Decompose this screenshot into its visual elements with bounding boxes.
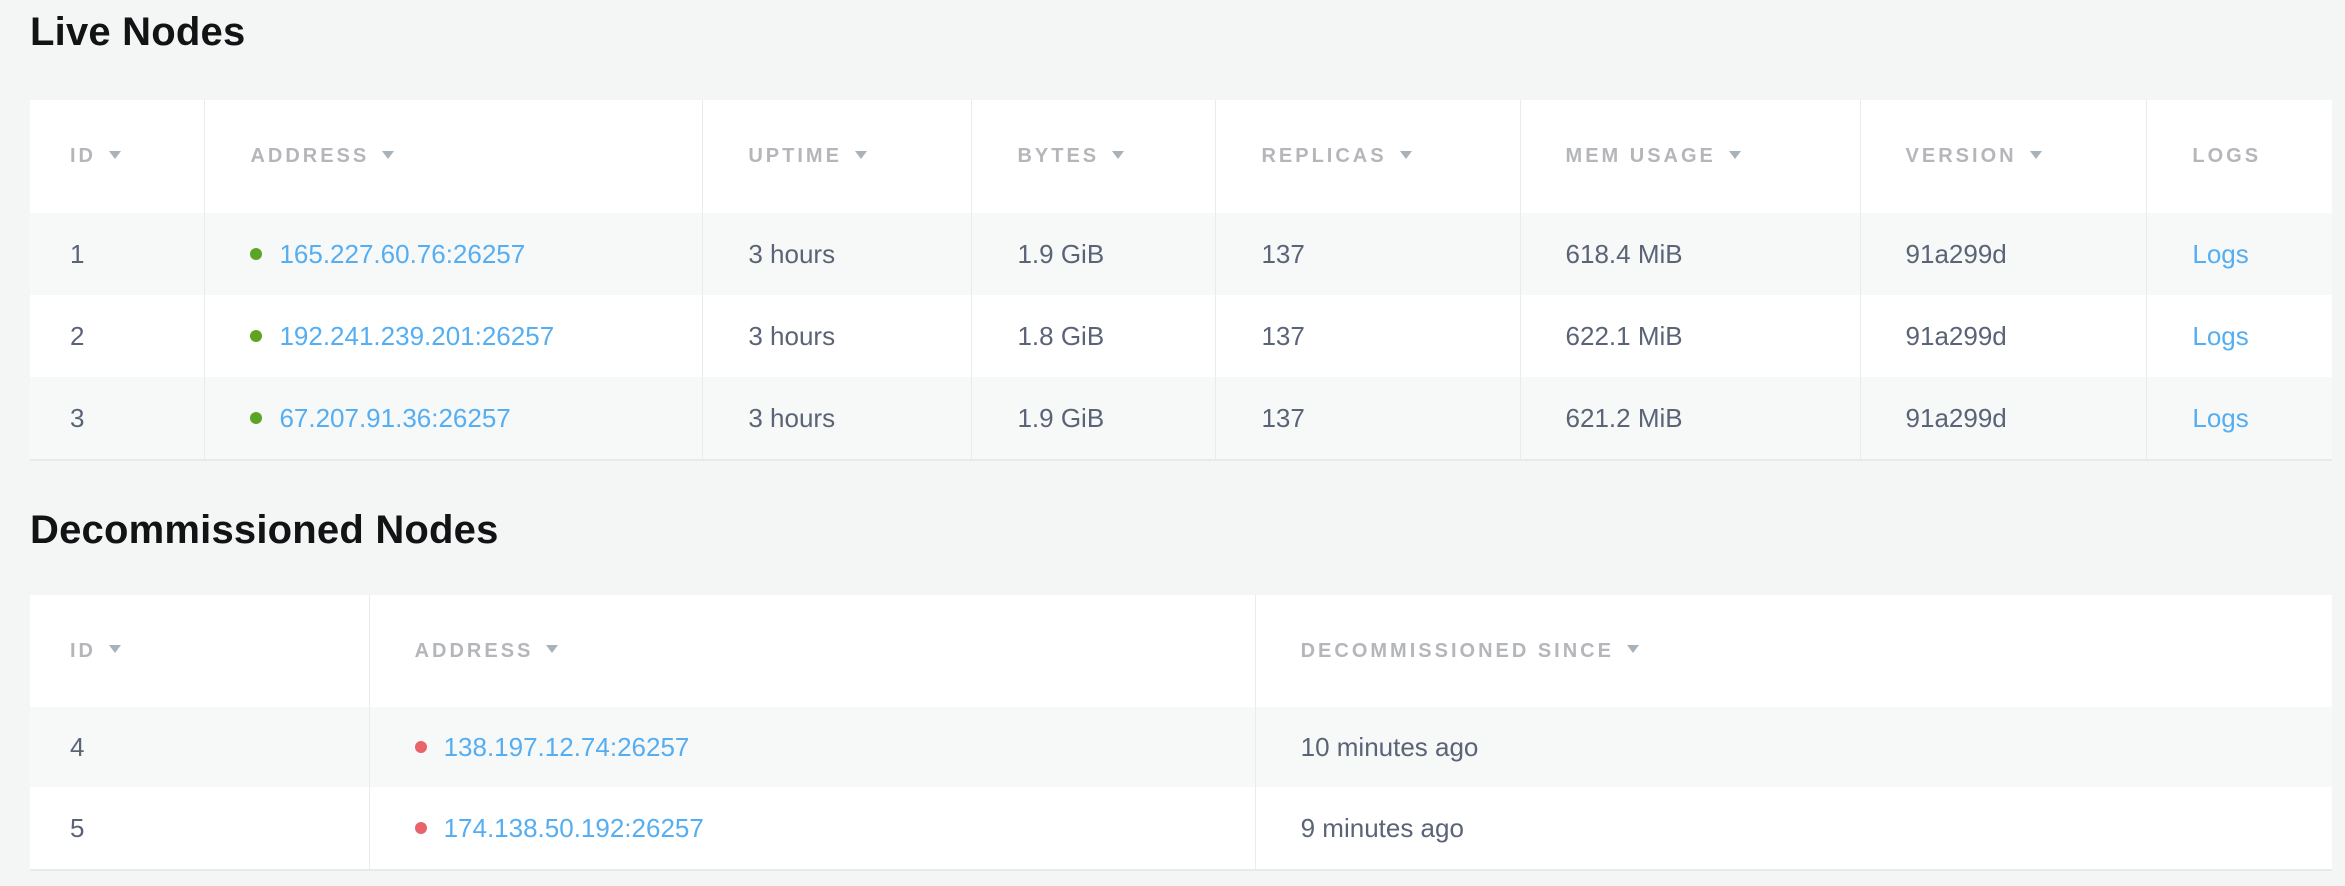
address-link[interactable]: 174.138.50.192:26257 — [444, 813, 704, 843]
sort-arrow-icon — [1112, 151, 1124, 159]
sort-arrow-icon — [109, 645, 121, 653]
cell-node-id: 3 — [30, 377, 205, 460]
header-cell-logs: LOGS — [2147, 100, 2332, 213]
sort-arrow-icon — [1400, 151, 1412, 159]
address-link[interactable]: 138.197.12.74:26257 — [444, 732, 690, 762]
cell-uptime: 3 hours — [703, 213, 972, 295]
cell-replicas: 137 — [1216, 213, 1520, 295]
cell-version: 91a299d — [1860, 377, 2147, 460]
header-label: DECOMMISSIONED SINCE — [1301, 640, 1614, 662]
decommissioned-nodes-title: Decommissioned Nodes — [30, 506, 2332, 554]
decommissioned-status-icon — [415, 822, 427, 834]
cell-logs: Logs — [2147, 295, 2332, 377]
cell-mem-usage: 618.4 MiB — [1520, 213, 1860, 295]
cell-mem-usage: 622.1 MiB — [1520, 295, 1860, 377]
header-label: LOGS — [2192, 145, 2261, 167]
cell-node-id: 1 — [30, 213, 205, 295]
sort-arrow-icon — [109, 151, 121, 159]
table-row: 3 67.207.91.36:26257 3 hours 1.9 GiB 137… — [30, 377, 2332, 460]
sort-arrow-icon — [1627, 645, 1639, 653]
cell-replicas: 137 — [1216, 377, 1520, 460]
table-row: 1 165.227.60.76:26257 3 hours 1.9 GiB 13… — [30, 213, 2332, 295]
nodes-page: Live Nodes ID ADDRESS UPTIME BYTES — [0, 0, 2345, 871]
header-cell-bytes[interactable]: BYTES — [972, 100, 1216, 213]
cell-address: 192.241.239.201:26257 — [205, 295, 703, 377]
cell-uptime: 3 hours — [703, 377, 972, 460]
address-link[interactable]: 165.227.60.76:26257 — [279, 239, 525, 269]
sort-arrow-icon — [546, 645, 558, 653]
header-cell-replicas[interactable]: REPLICAS — [1216, 100, 1520, 213]
header-label: ADDRESS — [415, 640, 534, 662]
cell-logs: Logs — [2147, 377, 2332, 460]
header-label: BYTES — [1017, 145, 1099, 167]
logs-link[interactable]: Logs — [2192, 239, 2248, 269]
cell-logs: Logs — [2147, 213, 2332, 295]
header-label: ADDRESS — [250, 145, 369, 167]
decommissioned-nodes-table: ID ADDRESS DECOMMISSIONED SINCE 4 138.19… — [30, 595, 2332, 871]
header-label: UPTIME — [748, 145, 842, 167]
header-cell-id[interactable]: ID — [30, 595, 369, 707]
live-nodes-title: Live Nodes — [30, 8, 2332, 56]
sort-arrow-icon — [855, 151, 867, 159]
cell-bytes: 1.8 GiB — [972, 295, 1216, 377]
cell-address: 138.197.12.74:26257 — [369, 707, 1255, 787]
live-nodes-header-row: ID ADDRESS UPTIME BYTES REPLICAS MEM USA… — [30, 100, 2332, 213]
sort-arrow-icon — [382, 151, 394, 159]
header-label: ID — [70, 640, 96, 662]
header-cell-address[interactable]: ADDRESS — [369, 595, 1255, 707]
live-status-icon — [250, 248, 262, 260]
header-label: VERSION — [1906, 145, 2017, 167]
header-cell-uptime[interactable]: UPTIME — [703, 100, 972, 213]
header-cell-decommissioned-since[interactable]: DECOMMISSIONED SINCE — [1255, 595, 2332, 707]
header-cell-version[interactable]: VERSION — [1860, 100, 2147, 213]
live-status-icon — [250, 330, 262, 342]
cell-address: 174.138.50.192:26257 — [369, 787, 1255, 870]
cell-version: 91a299d — [1860, 213, 2147, 295]
logs-link[interactable]: Logs — [2192, 403, 2248, 433]
header-label: ID — [70, 145, 96, 167]
cell-address: 165.227.60.76:26257 — [205, 213, 703, 295]
decommissioned-status-icon — [415, 741, 427, 753]
sort-arrow-icon — [1729, 151, 1741, 159]
table-row: 5 174.138.50.192:26257 9 minutes ago — [30, 787, 2332, 870]
header-cell-mem-usage[interactable]: MEM USAGE — [1520, 100, 1860, 213]
cell-decommissioned-since: 10 minutes ago — [1255, 707, 2332, 787]
cell-bytes: 1.9 GiB — [972, 213, 1216, 295]
table-row: 4 138.197.12.74:26257 10 minutes ago — [30, 707, 2332, 787]
header-cell-id[interactable]: ID — [30, 100, 205, 213]
address-link[interactable]: 67.207.91.36:26257 — [279, 403, 510, 433]
cell-uptime: 3 hours — [703, 295, 972, 377]
address-link[interactable]: 192.241.239.201:26257 — [279, 321, 554, 351]
cell-node-id: 4 — [30, 707, 369, 787]
live-status-icon — [250, 412, 262, 424]
decommissioned-header-row: ID ADDRESS DECOMMISSIONED SINCE — [30, 595, 2332, 707]
header-cell-address[interactable]: ADDRESS — [205, 100, 703, 213]
cell-decommissioned-since: 9 minutes ago — [1255, 787, 2332, 870]
header-label: MEM USAGE — [1566, 145, 1716, 167]
cell-mem-usage: 621.2 MiB — [1520, 377, 1860, 460]
cell-node-id: 2 — [30, 295, 205, 377]
cell-node-id: 5 — [30, 787, 369, 870]
cell-address: 67.207.91.36:26257 — [205, 377, 703, 460]
table-row: 2 192.241.239.201:26257 3 hours 1.8 GiB … — [30, 295, 2332, 377]
cell-replicas: 137 — [1216, 295, 1520, 377]
logs-link[interactable]: Logs — [2192, 321, 2248, 351]
cell-version: 91a299d — [1860, 295, 2147, 377]
sort-arrow-icon — [2030, 151, 2042, 159]
live-nodes-table: ID ADDRESS UPTIME BYTES REPLICAS MEM USA… — [30, 100, 2332, 461]
cell-bytes: 1.9 GiB — [972, 377, 1216, 460]
header-label: REPLICAS — [1261, 145, 1386, 167]
